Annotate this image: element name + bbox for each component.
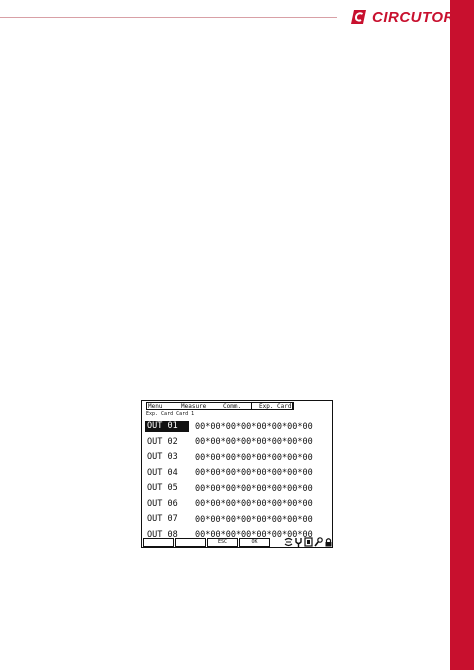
lcd-screen: Menu Measure Comm. Exp. Card Exp. Card C… — [141, 400, 333, 548]
output-label: OUT 07 — [147, 514, 178, 525]
wrench-icon — [314, 537, 323, 547]
list-item[interactable]: OUT 03 00*00*00*00*00*00*00*00 — [145, 450, 331, 466]
screen-subtitle: Exp. Card Card 1 — [146, 411, 195, 417]
output-label: OUT 05 — [147, 483, 178, 494]
output-value: 00*00*00*00*00*00*00*00 — [195, 421, 313, 432]
output-list: OUT 01 00*00*00*00*00*00*00*00 OUT 02 00… — [145, 419, 331, 543]
softkey-f1[interactable] — [143, 538, 174, 547]
output-label: OUT 03 — [147, 452, 178, 463]
memory-icon — [304, 537, 313, 547]
output-value: 00*00*00*00*00*00*00*00 — [195, 452, 313, 463]
list-item[interactable]: OUT 04 00*00*00*00*00*00*00*00 — [145, 466, 331, 482]
brand-logo: CIRCUTOR — [350, 6, 455, 28]
ok-button[interactable]: OK — [239, 538, 270, 547]
output-label: OUT 06 — [147, 498, 178, 509]
output-label: OUT 02 — [147, 436, 178, 447]
list-item[interactable]: OUT 05 00*00*00*00*00*00*00*00 — [145, 481, 331, 497]
softkey-bar: ESC OK — [143, 538, 271, 547]
list-item[interactable]: OUT 07 00*00*00*00*00*00*00*00 — [145, 512, 331, 528]
esc-button[interactable]: ESC — [207, 538, 238, 547]
list-item[interactable]: OUT 01 00*00*00*00*00*00*00*00 — [145, 419, 331, 435]
softkey-f2[interactable] — [175, 538, 206, 547]
output-value: 00*00*00*00*00*00*00*00 — [195, 499, 313, 510]
link-icon — [284, 537, 293, 547]
menu-item-measure[interactable]: Measure — [181, 403, 206, 411]
output-value: 00*00*00*00*00*00*00*00 — [195, 437, 313, 448]
header-rule — [0, 17, 337, 18]
plug-icon — [295, 538, 302, 547]
brand-name: CIRCUTOR — [372, 8, 455, 26]
output-label: OUT 04 — [147, 467, 178, 478]
menu-bar: Menu Measure Comm. Exp. Card — [145, 403, 329, 411]
status-icons — [284, 537, 333, 547]
list-item[interactable]: OUT 06 00*00*00*00*00*00*00*00 — [145, 497, 331, 513]
output-label: OUT 01 — [145, 421, 189, 433]
circutor-logo-icon — [351, 10, 366, 24]
output-value: 00*00*00*00*00*00*00*00 — [195, 514, 313, 525]
output-value: 00*00*00*00*00*00*00*00 — [195, 468, 313, 479]
lock-icon — [325, 538, 332, 547]
menu-item-comm[interactable]: Comm. — [223, 403, 241, 411]
list-item[interactable]: OUT 02 00*00*00*00*00*00*00*00 — [145, 435, 331, 451]
page-side-bar — [450, 0, 474, 670]
menu-item-exp-card[interactable]: Exp. Card — [259, 403, 292, 411]
output-value: 00*00*00*00*00*00*00*00 — [195, 483, 313, 494]
menu-item-menu[interactable]: Menu — [148, 403, 162, 411]
